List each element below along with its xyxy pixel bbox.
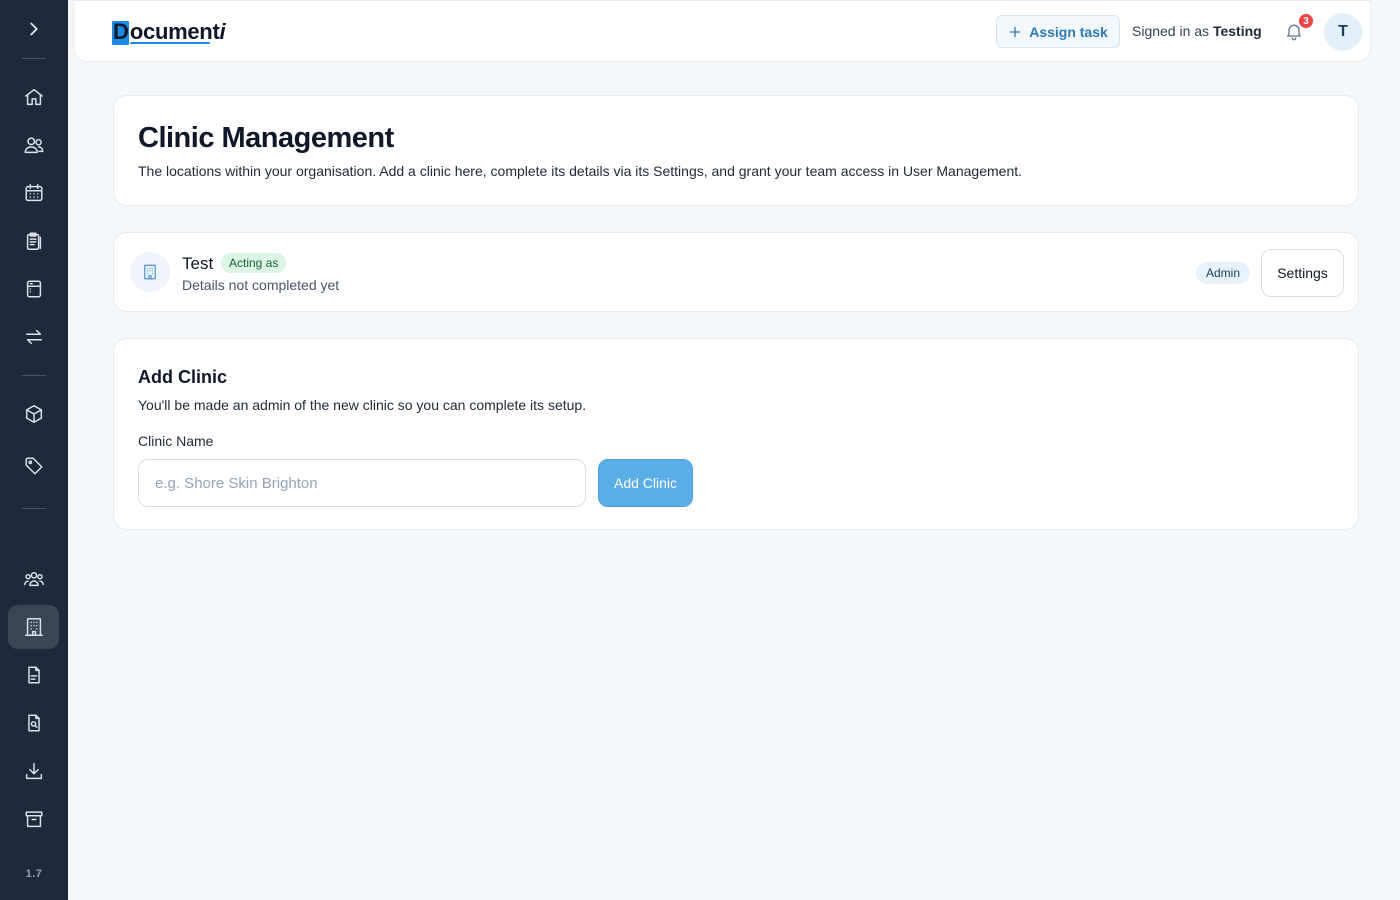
sidebar-item-archive[interactable]	[8, 797, 59, 841]
user-avatar[interactable]: T	[1324, 13, 1362, 51]
signed-in-text: Signed in as Testing	[1132, 23, 1262, 39]
clinic-settings-button[interactable]: Settings	[1261, 249, 1344, 297]
page-header-card: Clinic Management The locations within y…	[113, 95, 1359, 206]
add-clinic-card: Add Clinic You'll be made an admin of th…	[113, 338, 1359, 530]
assign-task-label: Assign task	[1029, 23, 1108, 40]
sidebar-item-forms[interactable]	[8, 219, 59, 263]
clinic-name-label: Clinic Name	[138, 433, 214, 449]
add-clinic-button[interactable]: Add Clinic	[598, 459, 693, 507]
sidebar-divider	[22, 58, 46, 59]
download-icon	[25, 762, 42, 780]
users-icon	[24, 137, 43, 154]
signed-in-user: Testing	[1212, 23, 1262, 39]
building-icon	[24, 618, 43, 636]
sidebar-expand-button[interactable]	[8, 7, 59, 51]
sidebar-item-patients[interactable]	[8, 123, 59, 167]
box-icon	[25, 405, 42, 423]
logo-underline	[130, 42, 210, 44]
sidebar-item-clinics[interactable]	[8, 605, 59, 649]
sidebar-item-downloads[interactable]	[8, 749, 59, 793]
app-root: 1.7 Documenti Assign task Signed in as T…	[0, 0, 1400, 900]
page-description: The locations within your organisation. …	[138, 163, 1023, 179]
file-text-icon	[27, 666, 40, 684]
assign-task-button[interactable]: Assign task	[996, 15, 1120, 48]
chevron-right-icon	[29, 22, 38, 36]
sidebar-item-search-documents[interactable]	[8, 701, 59, 745]
sidebar: 1.7	[0, 0, 68, 900]
team-icon	[23, 572, 44, 587]
page-title: Clinic Management	[138, 122, 394, 154]
sidebar-item-products[interactable]	[8, 392, 59, 436]
clinic-name-input[interactable]	[138, 459, 586, 507]
logo-mark: D	[112, 19, 129, 45]
archive-icon	[24, 811, 43, 828]
clinic-row: Test Acting as Details not completed yet…	[113, 232, 1359, 312]
clinic-status: Details not completed yet	[182, 277, 340, 293]
clinic-name: Test	[182, 254, 214, 273]
acting-as-badge: Acting as	[221, 253, 287, 273]
sidebar-item-transfers[interactable]	[8, 315, 59, 359]
sidebar-divider	[22, 375, 46, 376]
plus-icon	[1009, 26, 1021, 37]
app-version: 1.7	[25, 868, 43, 880]
top-header: Documenti Assign task Signed in as Testi…	[73, 0, 1371, 62]
building-icon	[144, 264, 156, 280]
sidebar-divider	[22, 508, 46, 509]
add-clinic-title: Add Clinic	[138, 367, 227, 387]
app-logo[interactable]: Documenti	[112, 18, 226, 46]
tag-icon	[24, 457, 43, 475]
add-clinic-description: You'll be made an admin of the new clini…	[138, 397, 587, 413]
layout-icon	[26, 280, 41, 298]
sidebar-item-templates[interactable]	[8, 267, 59, 311]
sidebar-item-users[interactable]	[8, 557, 59, 601]
calendar-icon	[24, 184, 43, 202]
role-badge: Admin	[1196, 262, 1251, 284]
file-search-icon	[27, 714, 40, 732]
sidebar-item-calendar[interactable]	[8, 171, 59, 215]
sidebar-item-home[interactable]	[8, 75, 59, 119]
clipboard-icon	[26, 232, 41, 250]
arrows-exchange-icon	[25, 329, 42, 345]
notification-count-badge: 3	[1297, 12, 1315, 30]
sidebar-item-tags[interactable]	[8, 444, 59, 488]
sidebar-item-documents[interactable]	[8, 653, 59, 697]
home-icon	[24, 88, 43, 106]
clinic-avatar	[130, 252, 170, 292]
